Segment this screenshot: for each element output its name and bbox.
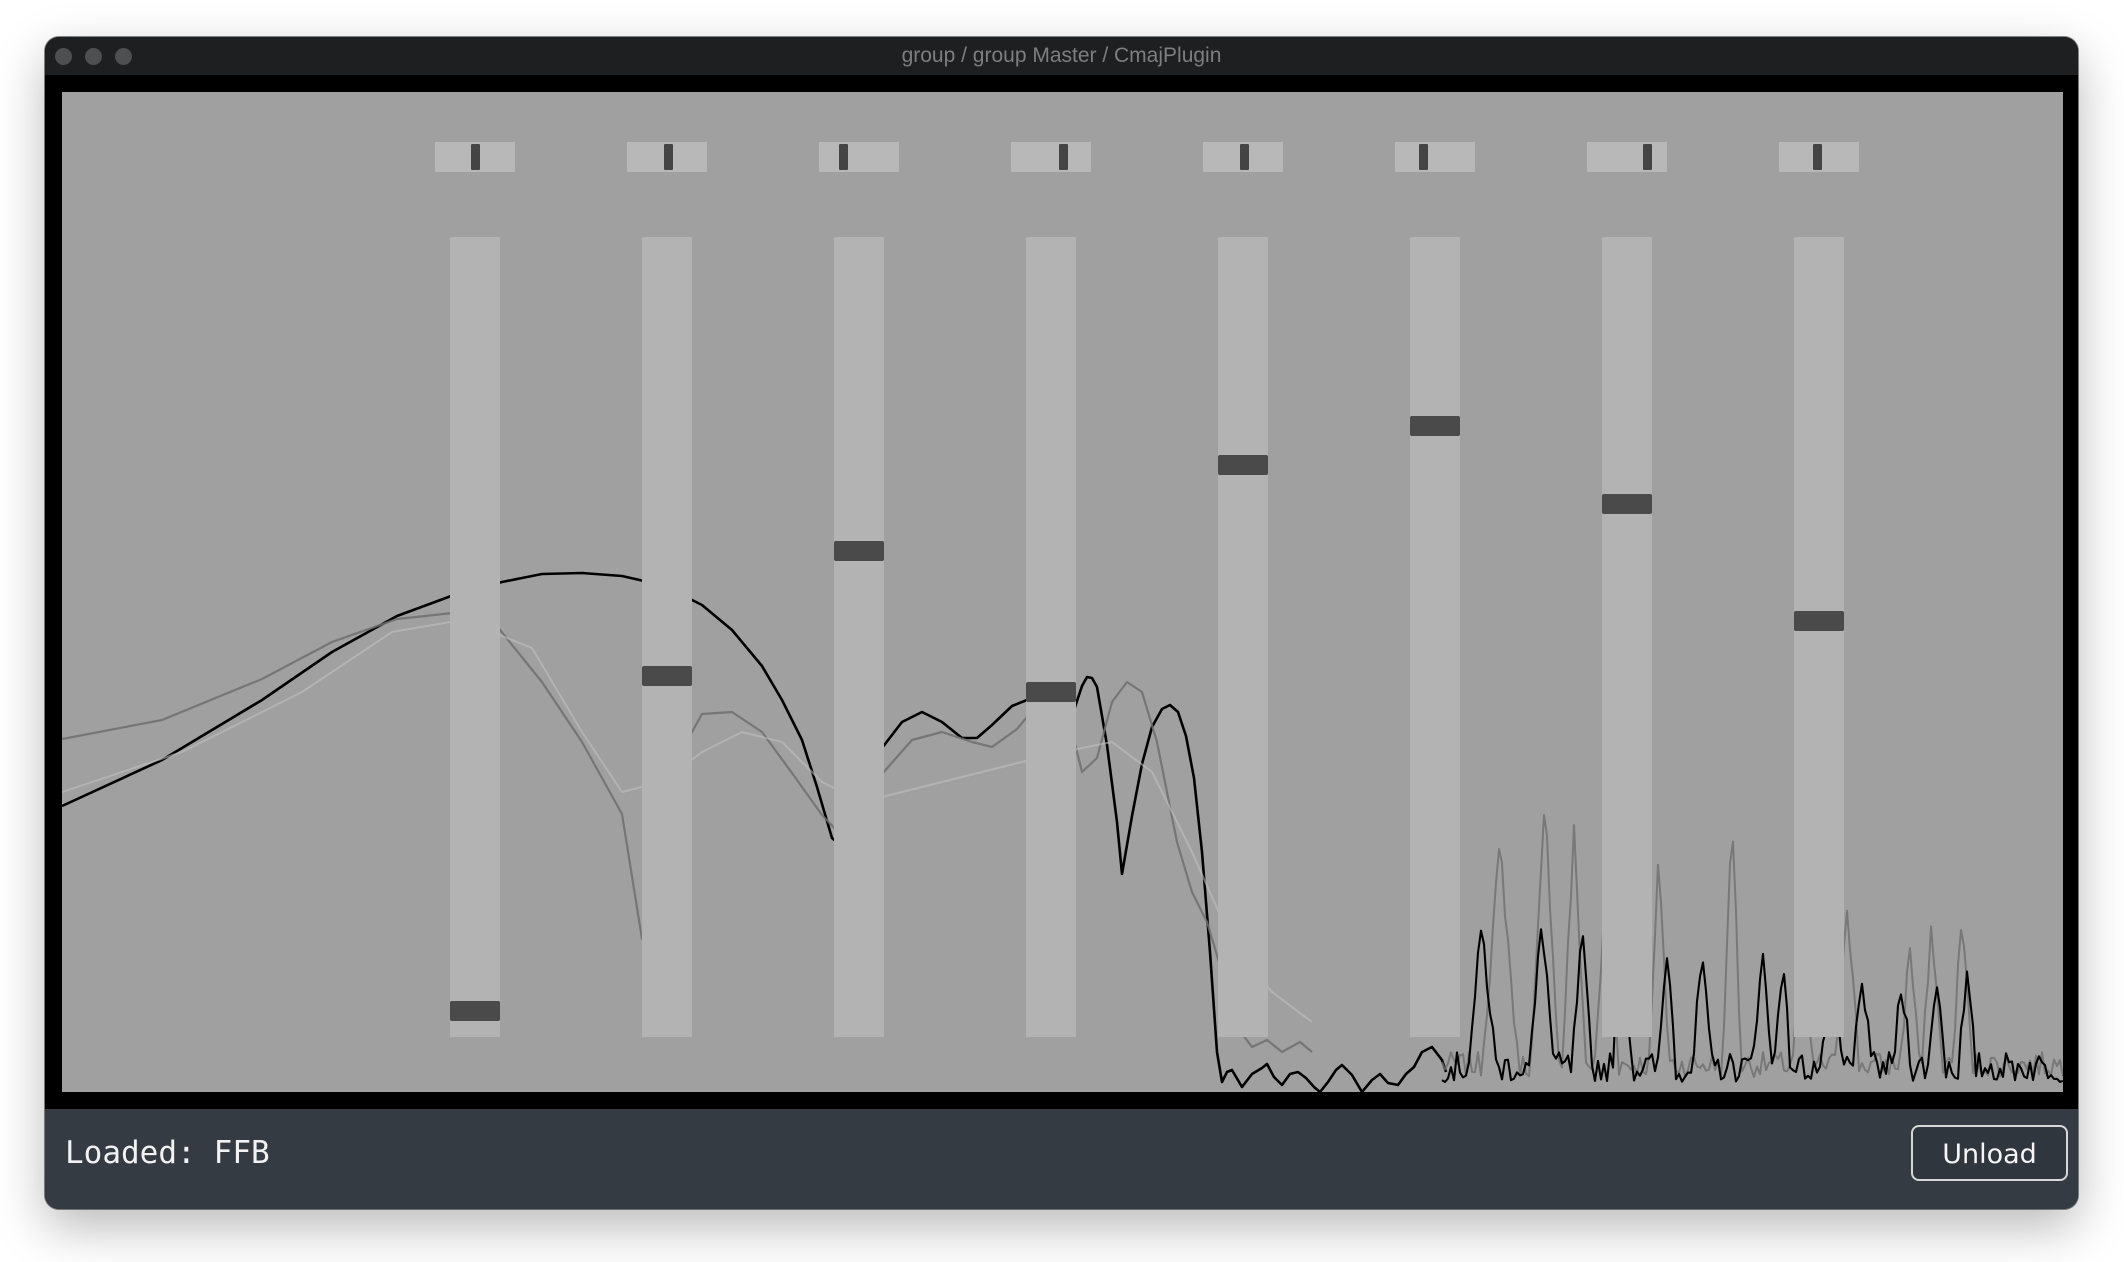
band-5200-gain-slider[interactable] (1794, 237, 1844, 1037)
knob-indicator (1813, 144, 1822, 170)
window-title: group / group Master / CmajPlugin (901, 44, 1222, 67)
knob-indicator (471, 144, 480, 170)
knob-indicator (664, 144, 673, 170)
status-footer: Loaded: FFB Unload (45, 1109, 2078, 1209)
slider-thumb[interactable] (1218, 455, 1268, 475)
band-218-gain-slider[interactable] (834, 237, 884, 1037)
band-2800-knob[interactable] (1587, 142, 1667, 172)
slider-thumb[interactable] (642, 666, 692, 686)
slider-thumb[interactable] (1026, 682, 1076, 702)
spectrum-highband-primary (1441, 928, 2063, 1084)
slider-thumb[interactable] (450, 1001, 500, 1021)
loaded-status: Loaded: FFB (65, 1135, 270, 1171)
knob-indicator (1240, 144, 1249, 170)
band-2800-gain-slider[interactable] (1602, 237, 1652, 1037)
slider-thumb[interactable] (1410, 416, 1460, 436)
band-777-knob[interactable] (1203, 142, 1283, 172)
band-411-gain-slider[interactable] (1026, 237, 1076, 1037)
band-5200-knob[interactable] (1779, 142, 1859, 172)
unload-button[interactable]: Unload (1911, 1125, 2068, 1181)
loaded-label: Loaded: (65, 1135, 196, 1171)
spectrum-highband-secondary (1441, 813, 2063, 1078)
knob-indicator (1643, 144, 1652, 170)
title-bar[interactable]: group / group Master / CmajPlugin (45, 37, 2078, 75)
band-1500-gain-slider[interactable] (1410, 237, 1460, 1037)
band-115-gain-slider[interactable] (642, 237, 692, 1037)
slider-thumb[interactable] (834, 541, 884, 561)
band-218-knob[interactable] (819, 142, 899, 172)
band-411-knob[interactable] (1011, 142, 1091, 172)
loaded-preset-name: FFB (213, 1135, 270, 1171)
band-1500-knob[interactable] (1395, 142, 1475, 172)
knob-indicator (1419, 144, 1428, 170)
band-777-gain-slider[interactable] (1218, 237, 1268, 1037)
knob-indicator (1059, 144, 1068, 170)
band-61-knob[interactable] (435, 142, 515, 172)
band-115-knob[interactable] (627, 142, 707, 172)
plugin-window: group / group Master / CmajPlugin 029611… (45, 37, 2078, 1209)
band-61-gain-slider[interactable] (450, 237, 500, 1037)
slider-thumb[interactable] (1794, 611, 1844, 631)
slider-thumb[interactable] (1602, 494, 1652, 514)
knob-indicator (839, 144, 848, 170)
eq-panel: 0296111521841177715002800520011000 (62, 92, 2063, 1092)
